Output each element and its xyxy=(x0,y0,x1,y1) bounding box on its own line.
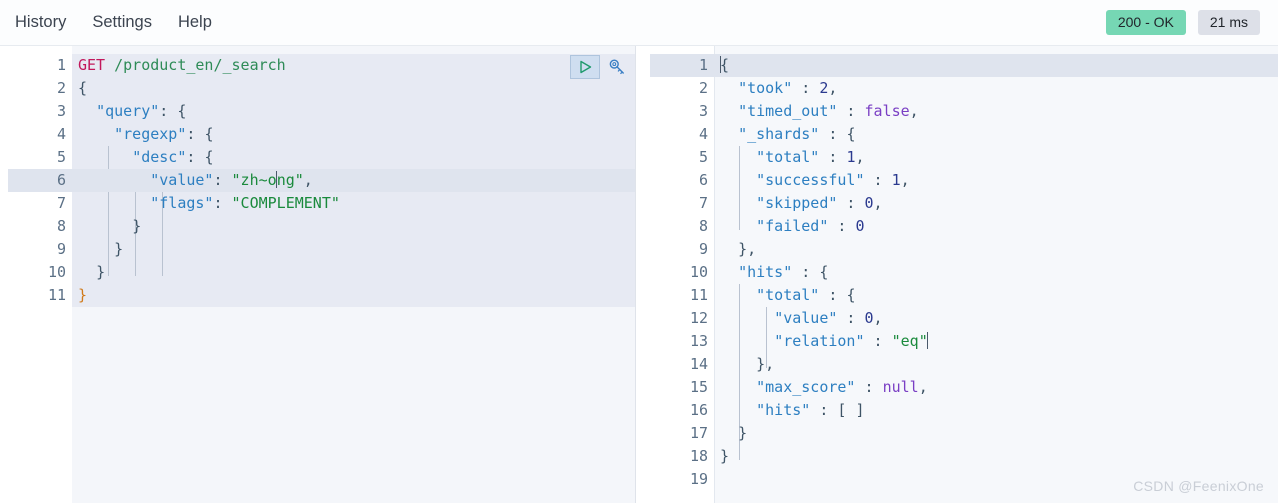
line-number: 19 xyxy=(689,470,708,488)
code-line[interactable]: "successful" : 1, xyxy=(714,169,1278,192)
code-line[interactable]: "timed_out" : false, xyxy=(714,100,1278,123)
line-number: 14 xyxy=(689,355,708,373)
value-shards-successful: 1 xyxy=(891,171,901,189)
value-hits-total: 0 xyxy=(864,309,874,327)
code-line[interactable]: "failed" : 0 xyxy=(714,215,1278,238)
line-number: 8 xyxy=(698,217,708,235)
request-action-tools xyxy=(570,55,628,79)
code-line[interactable]: "skipped" : 0, xyxy=(714,192,1278,215)
request-pane[interactable]: 1 2 3 4 5 6 7 8 9 10 11 GET /product_en/… xyxy=(0,46,636,503)
line-number: 5 xyxy=(56,148,66,166)
code-line[interactable]: } xyxy=(72,215,636,238)
text-cursor-secondary xyxy=(927,332,929,349)
value-shards-failed: 0 xyxy=(855,217,865,235)
code-line[interactable]: } xyxy=(714,422,1278,445)
play-triangle-icon xyxy=(579,60,591,74)
line-number: 2 xyxy=(56,79,66,97)
line-number: 5 xyxy=(698,148,708,166)
menu-group: History Settings Help xyxy=(14,12,213,33)
value-shards-skipped: 0 xyxy=(864,194,874,212)
code-line[interactable]: "desc": { xyxy=(72,146,636,169)
line-number: 17 xyxy=(689,424,708,442)
response-pane[interactable]: 1 2 3 4 5 6 7 8 9 10 11 12 13 14 15 16 1… xyxy=(650,46,1278,503)
code-line[interactable]: }, xyxy=(714,238,1278,261)
code-line[interactable]: } xyxy=(714,445,1278,468)
request-code-area[interactable]: GET /product_en/_search { "query": { "re… xyxy=(72,46,636,503)
line-number: 3 xyxy=(56,102,66,120)
line-number: 1 xyxy=(56,56,66,74)
code-line[interactable]: { xyxy=(72,77,636,100)
wrench-button[interactable] xyxy=(606,56,628,78)
http-method: GET xyxy=(78,56,106,74)
line-number: 11 xyxy=(47,286,66,304)
code-line[interactable]: "hits" : { xyxy=(714,261,1278,284)
top-menu-bar: History Settings Help 200 - OK 21 ms xyxy=(0,0,1278,46)
code-line-active[interactable]: { xyxy=(714,54,1278,77)
request-path: /product_en/_search xyxy=(114,56,286,74)
pane-divider[interactable] xyxy=(636,46,650,503)
line-number: 7 xyxy=(56,194,66,212)
code-line[interactable]: "hits" : [ ] xyxy=(714,399,1278,422)
line-number: 9 xyxy=(56,240,66,258)
line-number-active: 1 xyxy=(650,54,714,77)
status-badge-time: 21 ms xyxy=(1197,10,1260,35)
code-line[interactable]: "relation" : "eq" xyxy=(714,330,1278,353)
line-number: 10 xyxy=(47,263,66,281)
code-line[interactable]: }, xyxy=(714,353,1278,376)
value-hits-relation: eq xyxy=(900,332,919,350)
code-line[interactable]: "total" : 1, xyxy=(714,146,1278,169)
line-number: 4 xyxy=(56,125,66,143)
line-number: 6 xyxy=(698,171,708,189)
line-number: 7 xyxy=(698,194,708,212)
code-line-active[interactable]: "value": "zh~ong", xyxy=(72,169,636,192)
line-number: 4 xyxy=(698,125,708,143)
line-number: 16 xyxy=(689,401,708,419)
code-line[interactable]: GET /product_en/_search xyxy=(72,54,636,77)
code-line[interactable]: } xyxy=(72,238,636,261)
run-request-button[interactable] xyxy=(570,55,600,79)
status-area: 200 - OK 21 ms xyxy=(1105,10,1264,35)
line-number: 10 xyxy=(689,263,708,281)
wrench-icon xyxy=(609,58,624,74)
line-number: 15 xyxy=(689,378,708,396)
code-line[interactable]: } xyxy=(72,284,636,307)
menu-item-help[interactable]: Help xyxy=(177,12,213,33)
code-line[interactable]: "value" : 0, xyxy=(714,307,1278,330)
line-number: 3 xyxy=(698,102,708,120)
response-gutter[interactable]: 1 2 3 4 5 6 7 8 9 10 11 12 13 14 15 16 1… xyxy=(650,46,714,503)
editor-split: 1 2 3 4 5 6 7 8 9 10 11 GET /product_en/… xyxy=(0,46,1278,503)
code-line[interactable] xyxy=(714,468,1278,491)
value-timed-out: false xyxy=(864,102,910,120)
response-code-area[interactable]: { "took" : 2, "timed_out" : false, "_sha… xyxy=(714,46,1278,503)
line-number: 8 xyxy=(56,217,66,235)
code-line[interactable]: "regexp": { xyxy=(72,123,636,146)
code-line[interactable]: "flags": "COMPLEMENT" xyxy=(72,192,636,215)
code-line[interactable]: "took" : 2, xyxy=(714,77,1278,100)
code-line[interactable]: "_shards" : { xyxy=(714,123,1278,146)
line-number: 9 xyxy=(698,240,708,258)
line-number-active: 6 xyxy=(8,169,72,192)
code-line[interactable]: "query": { xyxy=(72,100,636,123)
status-badge-code: 200 - OK xyxy=(1105,10,1186,35)
menu-item-settings[interactable]: Settings xyxy=(91,12,153,33)
line-number: 18 xyxy=(689,447,708,465)
code-line[interactable]: "total" : { xyxy=(714,284,1278,307)
line-number: 2 xyxy=(698,79,708,97)
request-gutter[interactable]: 1 2 3 4 5 6 7 8 9 10 11 xyxy=(8,46,72,503)
line-number: 11 xyxy=(689,286,708,304)
value-max-score: null xyxy=(882,378,919,396)
line-number: 12 xyxy=(689,309,708,327)
value-hits-array: [ ] xyxy=(837,401,865,419)
code-line[interactable]: "max_score" : null, xyxy=(714,376,1278,399)
line-number: 13 xyxy=(689,332,708,350)
code-line[interactable]: } xyxy=(72,261,636,284)
menu-item-history[interactable]: History xyxy=(14,12,67,33)
